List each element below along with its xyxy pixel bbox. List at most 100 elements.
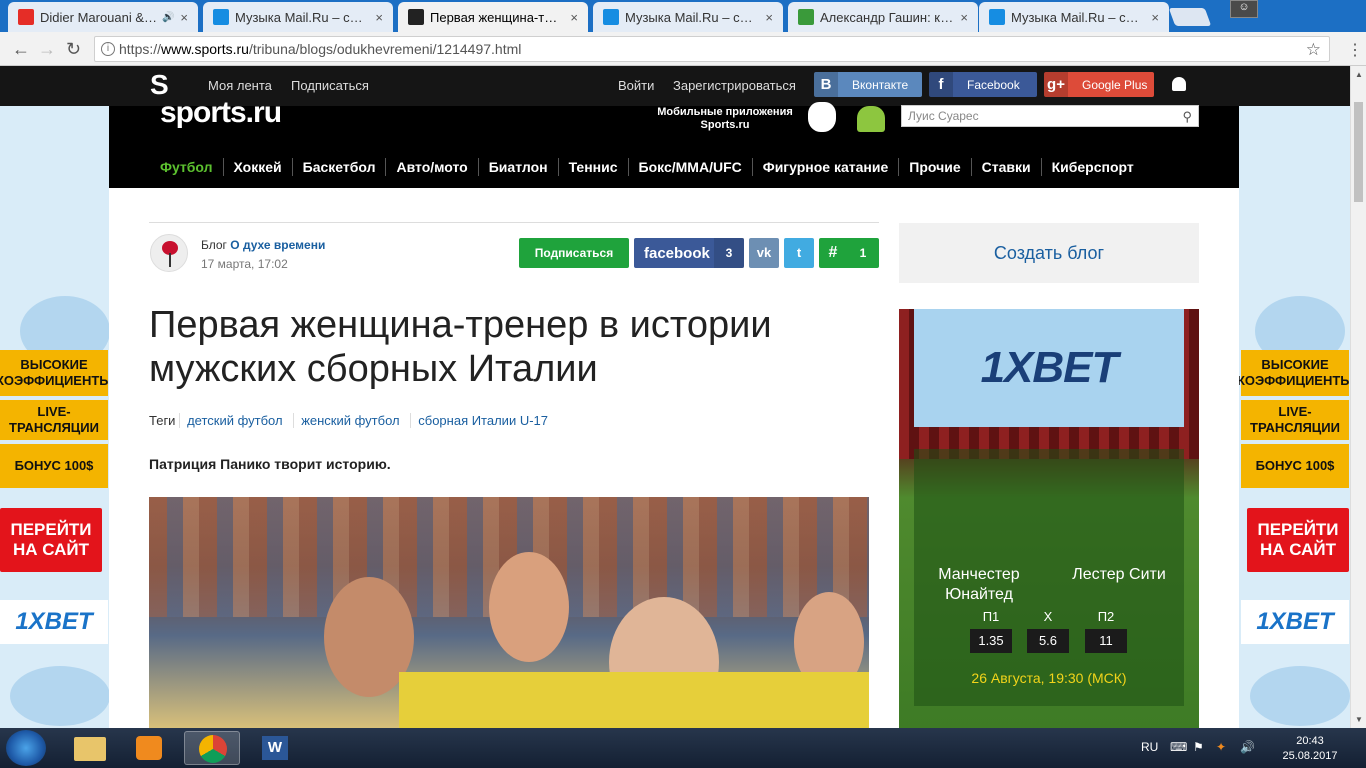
word-logo: W <box>262 736 288 760</box>
facebook-label: Facebook <box>967 77 1020 92</box>
sports-nav-other[interactable]: Прочие <box>898 158 970 176</box>
tab-mail-music-1[interactable]: Музыка Mail.Ru – слуша × <box>203 2 393 32</box>
scroll-up-icon[interactable]: ▲ <box>1355 70 1363 79</box>
sports-nav-biathlon[interactable]: Биатлон <box>477 158 558 176</box>
facebook-share-button[interactable]: facebook 3 <box>634 238 744 268</box>
ad-banner-1xbet[interactable]: 1XBET Манчестер Юнайтед Лестер Сити П1 Х… <box>899 309 1199 728</box>
page-scrollbar[interactable]: ▲ ▼ <box>1350 66 1366 728</box>
close-tab-icon[interactable]: × <box>1151 10 1159 25</box>
tag-link[interactable]: сборная Италии U-17 <box>410 413 555 428</box>
tag-link[interactable]: женский футбол <box>293 413 407 428</box>
subscribe-link[interactable]: Подписаться <box>291 78 369 93</box>
tags-label: Теги <box>149 413 176 428</box>
scroll-down-icon[interactable]: ▼ <box>1355 715 1363 724</box>
promo-go-button-right[interactable]: ПЕРЕЙТИ НА САЙТ <box>1247 508 1349 572</box>
promo-high-odds-right[interactable]: ВЫСОКИЕ КОЭФФИЦИЕНТЫ <box>1237 350 1353 396</box>
blog-name-link[interactable]: О духе времени <box>230 238 325 252</box>
odds-value-p2[interactable]: 11 <box>1085 629 1127 653</box>
promo-1xbet-logo-left[interactable]: 1XBET <box>0 600 108 644</box>
tags-row: Теги детский футбол женский футбол сборн… <box>149 413 555 428</box>
my-feed-link[interactable]: Моя лента <box>208 78 272 93</box>
facebook-login-button[interactable]: f Facebook <box>929 72 1037 97</box>
promo-high-odds-left[interactable]: ВЫСОКИЕ КОЭФФИЦИЕНТЫ <box>0 350 112 396</box>
odds-value-x[interactable]: 5.6 <box>1027 629 1069 653</box>
sports-nav-esports[interactable]: Киберспорт <box>1040 158 1144 176</box>
register-link[interactable]: Зарегистрироваться <box>673 78 796 93</box>
sports-nav-football[interactable]: Футбол <box>150 158 223 176</box>
system-clock[interactable]: 20:43 25.08.2017 <box>1270 734 1350 764</box>
sports-ru-logo[interactable]: sports.ru <box>160 96 282 130</box>
file-explorer-icon[interactable] <box>62 731 118 765</box>
create-blog-button[interactable]: Создать блог <box>899 223 1199 283</box>
twitter-share-icon[interactable]: t <box>784 238 814 268</box>
close-tab-icon[interactable]: × <box>375 10 383 25</box>
sports-nav-auto[interactable]: Авто/мото <box>385 158 477 176</box>
promo-live-right[interactable]: LIVE-ТРАНСЛЯЦИИ <box>1241 400 1349 440</box>
word-icon[interactable]: W <box>248 731 304 765</box>
action-center-flag-icon[interactable]: ⚑ <box>1193 740 1204 754</box>
tag-link[interactable]: детский футбол <box>179 413 290 428</box>
close-tab-icon[interactable]: × <box>765 10 773 25</box>
language-indicator[interactable]: RU <box>1141 740 1158 754</box>
promo-1xbet-logo-right[interactable]: 1XBET <box>1241 600 1349 644</box>
user-profile-icon[interactable]: ☺ <box>1230 0 1258 18</box>
forward-icon[interactable]: → <box>38 39 56 60</box>
tab-title: Музыка Mail.Ru – слуша <box>625 9 760 25</box>
tab-youtube[interactable]: Didier Marouani & Sp 🔊 × <box>8 2 198 32</box>
tray-app-icon[interactable]: ✦ <box>1216 740 1226 754</box>
tab-gashin[interactable]: Александр Гашин: кабі × <box>788 2 978 32</box>
new-tab-button[interactable] <box>1168 8 1212 26</box>
vkontakte-login-button[interactable]: В Вконтакте <box>814 72 922 97</box>
subscribe-button[interactable]: Подписаться <box>519 238 629 268</box>
keyboard-icon[interactable]: ⌨ <box>1170 740 1187 754</box>
article-lead: Патриция Панико творит историю. <box>149 456 391 472</box>
flower-stem <box>169 253 171 267</box>
speaker-icon[interactable]: 🔊 <box>162 12 174 23</box>
search-icon[interactable]: ⚲ <box>1182 107 1192 127</box>
sports-nav-betting[interactable]: Ставки <box>970 158 1041 176</box>
article-photo[interactable] <box>149 497 869 728</box>
sports-nav-hockey[interactable]: Хоккей <box>222 158 292 176</box>
close-tab-icon[interactable]: × <box>960 10 968 25</box>
promo-bonus-left[interactable]: БОНУС 100$ <box>0 444 108 488</box>
ad-team-home: Манчестер Юнайтед <box>938 566 1020 603</box>
promo-go-button-left[interactable]: ПЕРЕЙТИ НА САЙТ <box>0 508 102 572</box>
url-input[interactable]: i https://www.sports.ru/tribuna/blogs/od… <box>94 36 1330 62</box>
close-tab-icon[interactable]: × <box>570 10 578 25</box>
promo-live-left[interactable]: LIVE-ТРАНСЛЯЦИИ <box>0 400 108 440</box>
login-link[interactable]: Войти <box>618 78 654 93</box>
reload-icon[interactable]: ↻ <box>66 39 81 60</box>
scroll-thumb[interactable] <box>1354 102 1363 202</box>
sports-nav-figure-skating[interactable]: Фигурное катание <box>751 158 899 176</box>
tab-title: Музыка Mail.Ru – слуша <box>1011 9 1146 25</box>
browser-menu-icon[interactable]: ⋮ <box>1347 40 1363 60</box>
vk-share-icon[interactable]: vk <box>749 238 779 268</box>
bookmark-star-icon[interactable]: ☆ <box>1306 38 1321 62</box>
tab-mail-music-3[interactable]: Музыка Mail.Ru – слуша × <box>979 2 1169 32</box>
apple-icon[interactable] <box>808 102 836 132</box>
tab-mail-music-2[interactable]: Музыка Mail.Ru – слуша × <box>593 2 783 32</box>
odds-value-p1[interactable]: 1.35 <box>970 629 1012 653</box>
media-player-icon[interactable] <box>122 731 178 765</box>
hashtag-button[interactable]: # 1 <box>819 238 879 268</box>
facebook-share-label: facebook <box>644 244 710 262</box>
android-icon[interactable] <box>857 106 885 132</box>
windows-start-icon[interactable] <box>6 730 46 766</box>
mobile-apps-label[interactable]: Мобильные приложения Sports.ru <box>650 106 800 132</box>
sports-nav-tennis[interactable]: Теннис <box>557 158 628 176</box>
close-tab-icon[interactable]: × <box>180 10 188 25</box>
back-icon[interactable]: ← <box>12 39 30 60</box>
youtube-icon <box>18 9 34 25</box>
sports-nav-boxing[interactable]: Бокс/MMA/UFC <box>627 158 752 176</box>
tab-sports-article[interactable]: Первая женщина-трене × <box>398 2 588 32</box>
info-icon[interactable]: i <box>101 42 115 56</box>
hash-icon: # <box>828 244 838 261</box>
sports-nav-basketball[interactable]: Баскетбол <box>291 158 386 176</box>
google-plus-login-button[interactable]: g+ Google Plus <box>1044 72 1154 97</box>
blog-avatar[interactable] <box>150 234 188 272</box>
promo-bonus-right[interactable]: БОНУС 100$ <box>1241 444 1349 488</box>
site-search-input[interactable]: Луис Суарес ⚲ <box>901 105 1199 127</box>
chrome-icon[interactable] <box>184 731 240 765</box>
volume-icon[interactable]: 🔊 <box>1240 740 1255 754</box>
notifications-bell-icon[interactable] <box>1172 77 1186 91</box>
